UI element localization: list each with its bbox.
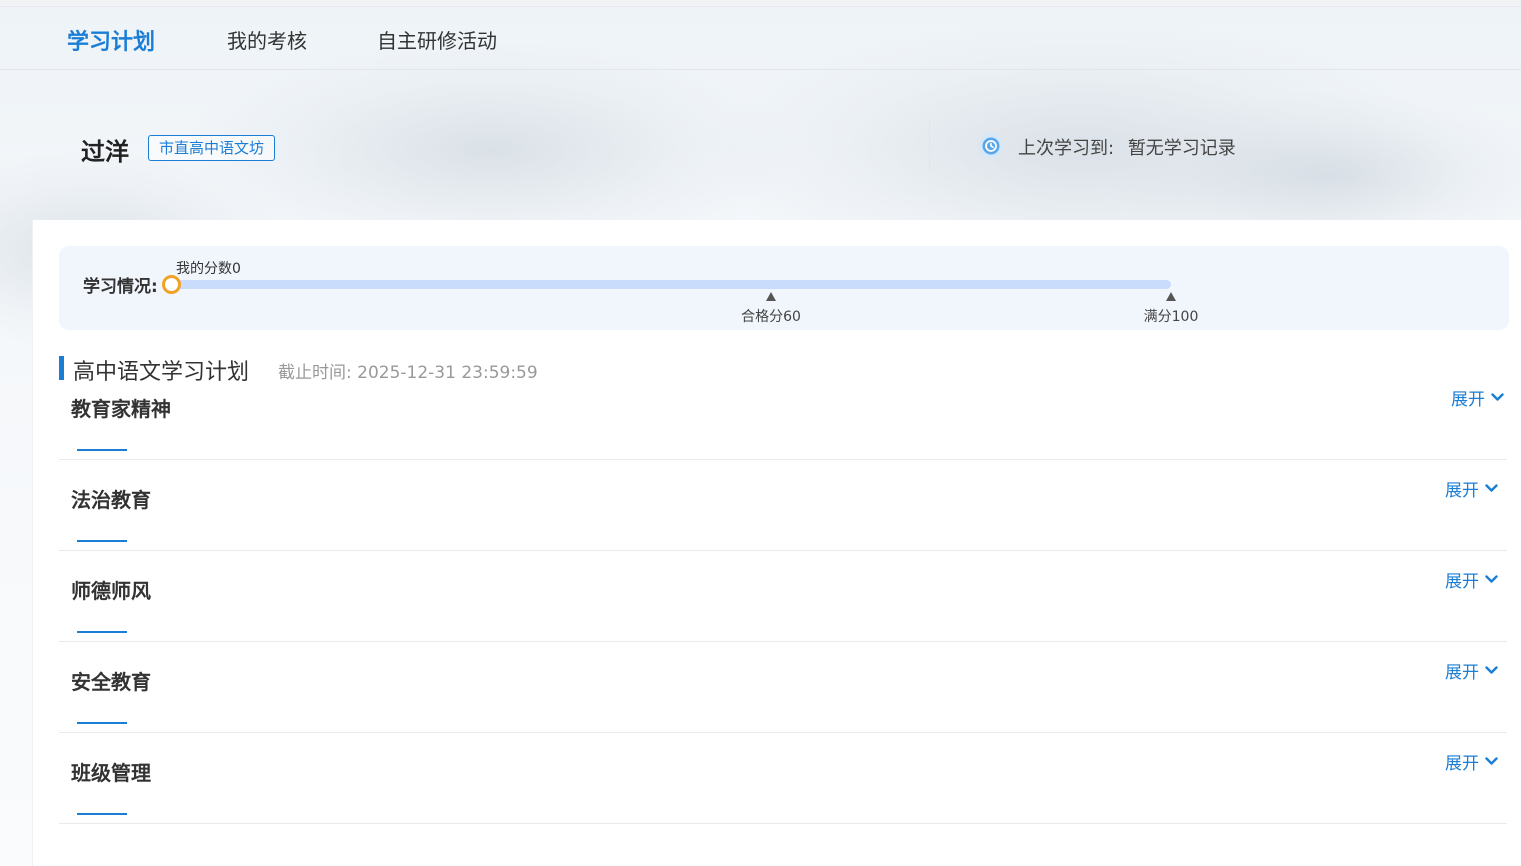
section-underline (77, 722, 127, 724)
main-panel: 学习情况: 我的分数0 合格分60 满分100 高中语文学习计划 截止时间: 2… (32, 220, 1521, 866)
my-score-label: 我的分数0 (176, 261, 241, 277)
expand-label: 展开 (1445, 572, 1479, 592)
expand-label: 展开 (1445, 663, 1479, 683)
nav-tab-study-plan[interactable]: 学习计划 (67, 24, 155, 56)
nav-tab-self-study[interactable]: 自主研修活动 (377, 25, 497, 54)
section-educator-spirit: 教育家精神 展开 (59, 369, 1507, 460)
section-teacher-ethics: 师德师风 展开 (59, 551, 1507, 642)
user-name: 过洋 (81, 138, 129, 166)
my-score-knob (161, 275, 181, 294)
section-underline (77, 813, 127, 815)
section-class-management: 班级管理 展开 (59, 733, 1507, 824)
divider (929, 120, 930, 172)
workshop-tag: 市直高中语文坊 (148, 135, 276, 161)
nav-tab-my-assessment[interactable]: 我的考核 (227, 25, 307, 54)
expand-button[interactable]: 展开 (1451, 385, 1504, 410)
chevron-down-icon (1485, 666, 1498, 674)
section-title: 师德师风 (71, 579, 151, 603)
section-safety-education: 安全教育 展开 (59, 642, 1507, 733)
top-nav: 学习计划 我的考核 自主研修活动 (0, 7, 1521, 70)
progress-label: 学习情况: (83, 277, 158, 297)
expand-label: 展开 (1451, 390, 1485, 410)
chevron-down-icon (1485, 484, 1498, 492)
section-title: 教育家精神 (71, 397, 171, 421)
section-title: 安全教育 (71, 670, 151, 694)
chevron-down-icon (1485, 575, 1498, 583)
full-score-label: 满分100 (1143, 309, 1199, 325)
section-underline (77, 540, 127, 542)
chevron-down-icon (1485, 757, 1498, 765)
pass-score-label: 合格分60 (741, 309, 801, 325)
section-title: 班级管理 (71, 761, 151, 785)
section-law-education: 法治教育 展开 (59, 460, 1507, 551)
section-title: 法治教育 (71, 488, 151, 512)
expand-button[interactable]: 展开 (1445, 749, 1498, 774)
progress-track (171, 280, 1171, 289)
expand-label: 展开 (1445, 754, 1479, 774)
expand-label: 展开 (1445, 481, 1479, 501)
chevron-down-icon (1491, 393, 1504, 401)
last-study-text: 上次学习到: 暂无学习记录 (1018, 134, 1236, 160)
history-icon (979, 134, 1003, 158)
profile-header: 过洋 市直高中语文坊 上次学习到: 暂无学习记录 (32, 70, 1521, 220)
last-study-label: 上次学习到: (1018, 138, 1115, 159)
full-marker-icon (1166, 292, 1176, 301)
pass-marker-icon (766, 292, 776, 301)
expand-button[interactable]: 展开 (1445, 476, 1498, 501)
section-underline (77, 449, 127, 451)
expand-button[interactable]: 展开 (1445, 658, 1498, 683)
expand-button[interactable]: 展开 (1445, 567, 1498, 592)
top-border (0, 0, 1521, 7)
last-study-value: 暂无学习记录 (1127, 138, 1236, 159)
section-underline (77, 631, 127, 633)
study-progress: 学习情况: 我的分数0 合格分60 满分100 (59, 246, 1509, 330)
